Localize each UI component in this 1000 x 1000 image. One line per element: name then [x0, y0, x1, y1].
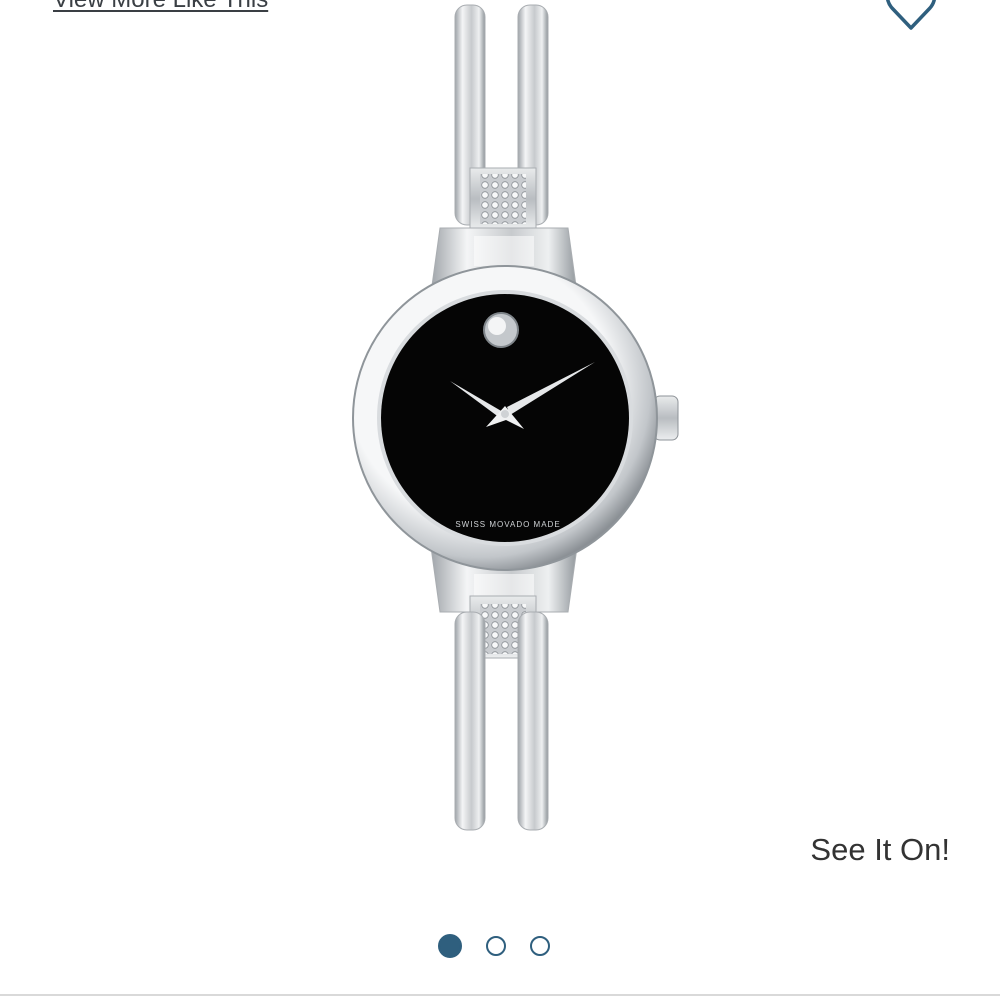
carousel-pagination — [438, 932, 550, 960]
divider — [0, 994, 1000, 996]
view-more-like-this-link[interactable]: View More Like This — [53, 0, 268, 14]
carousel-dot-3[interactable] — [530, 936, 550, 956]
carousel-dot-2[interactable] — [486, 936, 506, 956]
see-it-on-button[interactable]: See It On! — [810, 832, 950, 868]
dial-text: SWISS MOVADO MADE — [455, 520, 561, 529]
heart-icon[interactable] — [884, 0, 938, 34]
watch-product-image — [352, 4, 679, 831]
carousel-dot-1[interactable] — [438, 934, 462, 958]
